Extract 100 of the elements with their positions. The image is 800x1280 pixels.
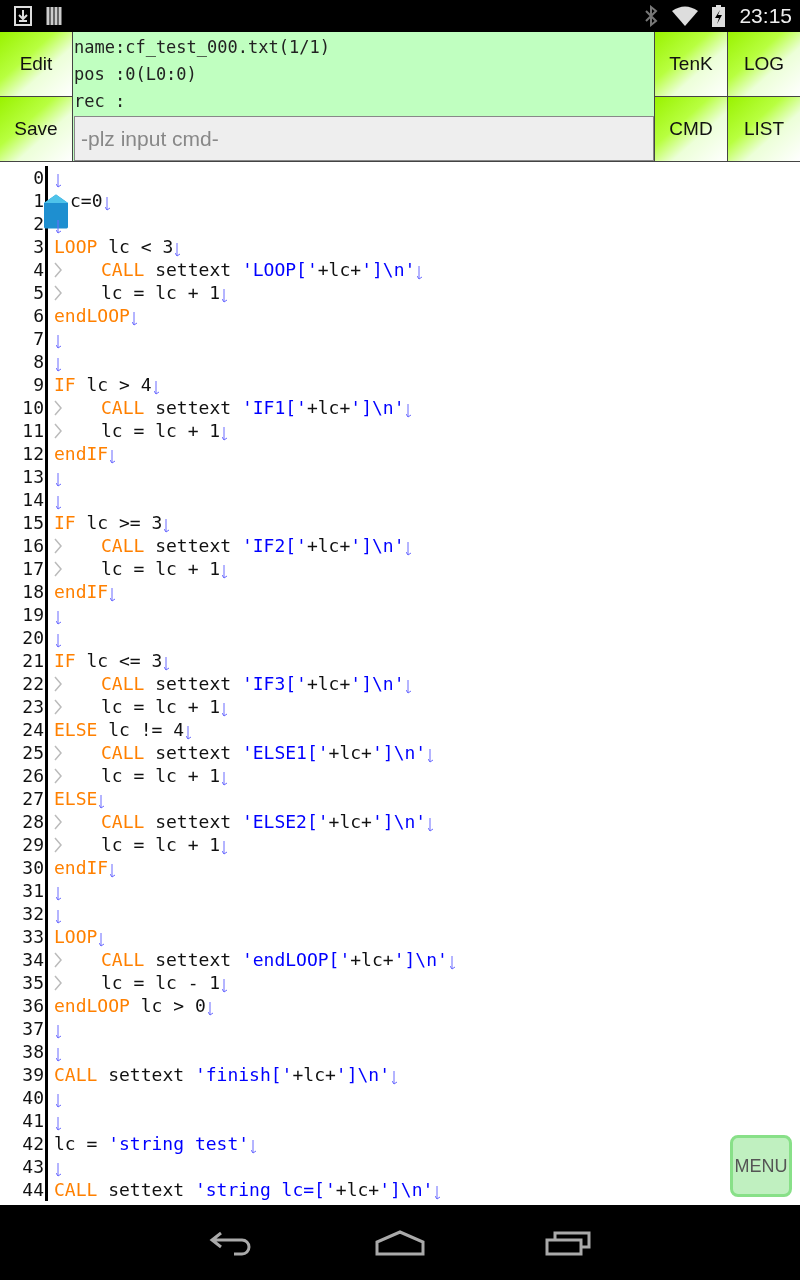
line-break-icon: [56, 611, 62, 625]
download-icon: [14, 6, 32, 26]
line-number: 43: [21, 1155, 44, 1178]
line-break-icon: [406, 680, 413, 694]
line-number: 16: [21, 534, 44, 557]
line-number: 2: [32, 212, 44, 235]
line-number: 7: [32, 327, 44, 350]
line-break-icon: [110, 864, 117, 878]
line-number: 18: [21, 580, 44, 603]
command-input[interactable]: -plz input cmd-: [74, 116, 654, 161]
line-break-icon: [56, 887, 62, 901]
line-number: 23: [21, 695, 44, 718]
line-break-icon: [164, 657, 171, 671]
code-line: LOOP: [54, 925, 98, 948]
line-number: 34: [21, 948, 44, 971]
line-number: 39: [21, 1063, 44, 1086]
line-number: 19: [21, 603, 44, 626]
line-break-icon: [417, 266, 424, 280]
recents-icon[interactable]: [545, 1229, 591, 1256]
code-line: CALL settext 'IF1['+lc+']\n': [101, 396, 405, 419]
line-break-icon: [435, 1186, 442, 1200]
line-break-icon: [56, 1025, 62, 1039]
code-line: endIF: [54, 580, 109, 603]
line-number: 1: [32, 189, 44, 212]
line-break-icon: [131, 312, 138, 326]
line-break-icon: [56, 174, 62, 188]
wifi-icon: [672, 6, 699, 26]
line-break-icon: [99, 933, 106, 947]
line-number: 5: [32, 281, 44, 304]
toolbar-button[interactable]: LIST: [728, 97, 800, 161]
code-line: CALL settext 'IF3['+lc+']\n': [101, 672, 405, 695]
line-break-icon: [56, 910, 62, 924]
code-line: IF lc > 4: [54, 373, 152, 396]
line-number: 9: [32, 373, 44, 396]
line-break-icon: [153, 381, 160, 395]
toolbar-button[interactable]: LOG: [728, 32, 800, 96]
line-number: 31: [21, 879, 44, 902]
line-number: 4: [32, 258, 44, 281]
line-break-icon: [56, 1094, 62, 1108]
line-number: 12: [21, 442, 44, 465]
code-line: LOOP lc < 3: [54, 235, 174, 258]
line-number: 44: [21, 1178, 44, 1201]
line-number: 3: [32, 235, 44, 258]
code-line: IF lc >= 3: [54, 511, 163, 534]
line-break-icon: [175, 243, 182, 257]
code-line: lc = lc + 1: [101, 281, 221, 304]
toolbar-button[interactable]: CMD: [655, 97, 727, 161]
info-line: pos :0(L0:0): [74, 63, 198, 86]
line-break-icon: [56, 220, 62, 234]
line-break-icon: [56, 1117, 62, 1131]
code-line: lc = lc + 1: [101, 833, 221, 856]
line-break-icon: [99, 795, 106, 809]
edit-button[interactable]: Edit: [0, 32, 72, 96]
line-number: 6: [32, 304, 44, 327]
info-line: rec :: [74, 90, 127, 113]
code-line: lc = lc + 1: [101, 557, 221, 580]
code-line: endLOOP: [54, 304, 130, 327]
code-line: ELSE: [54, 787, 98, 810]
line-break-icon: [222, 841, 229, 855]
line-number: 21: [21, 649, 44, 672]
line-number: 0: [32, 166, 44, 189]
line-number: 26: [21, 764, 44, 787]
line-number: 8: [32, 350, 44, 373]
save-button[interactable]: Save: [0, 97, 72, 161]
clock-time: 23:15: [739, 4, 792, 28]
line-number: 28: [21, 810, 44, 833]
code-line: CALL settext 'string lc=['+lc+']\n': [54, 1178, 434, 1201]
line-break-icon: [110, 588, 117, 602]
line-number: 11: [21, 419, 44, 442]
code-line: CALL settext 'LOOP['+lc+']\n': [101, 258, 416, 281]
code-line: lc = lc - 1: [101, 971, 221, 994]
line-break-icon: [406, 404, 413, 418]
code-line: lc = lc + 1: [101, 764, 221, 787]
line-break-icon: [56, 1163, 62, 1177]
menu-button[interactable]: MENU: [730, 1135, 792, 1197]
toolbar-button[interactable]: TenK: [655, 32, 727, 96]
line-break-icon: [406, 542, 413, 556]
line-break-icon: [222, 979, 229, 993]
info-line: name:cf_test_000.txt(1/1): [74, 36, 331, 59]
line-break-icon: [186, 726, 193, 740]
line-number: 24: [21, 718, 44, 741]
code-line: endIF: [54, 442, 109, 465]
code-line: CALL settext 'ELSE1['+lc+']\n': [101, 741, 427, 764]
home-icon[interactable]: [375, 1229, 425, 1256]
line-number: 41: [21, 1109, 44, 1132]
line-number: 38: [21, 1040, 44, 1063]
line-break-icon: [56, 1048, 62, 1062]
code-line: CALL settext 'IF2['+lc+']\n': [101, 534, 405, 557]
line-break-icon: [428, 818, 435, 832]
line-break-icon: [110, 450, 117, 464]
line-break-icon: [449, 956, 456, 970]
line-number: 22: [21, 672, 44, 695]
code-line: lc = 'string test': [54, 1132, 250, 1155]
code-line: lc = lc + 1: [101, 419, 221, 442]
line-break-icon: [222, 772, 229, 786]
line-break-icon: [222, 427, 229, 441]
line-number: 32: [21, 902, 44, 925]
line-break-icon: [104, 197, 111, 211]
code-line: endLOOP lc > 0: [54, 994, 206, 1017]
bluetooth-icon: [644, 5, 659, 27]
